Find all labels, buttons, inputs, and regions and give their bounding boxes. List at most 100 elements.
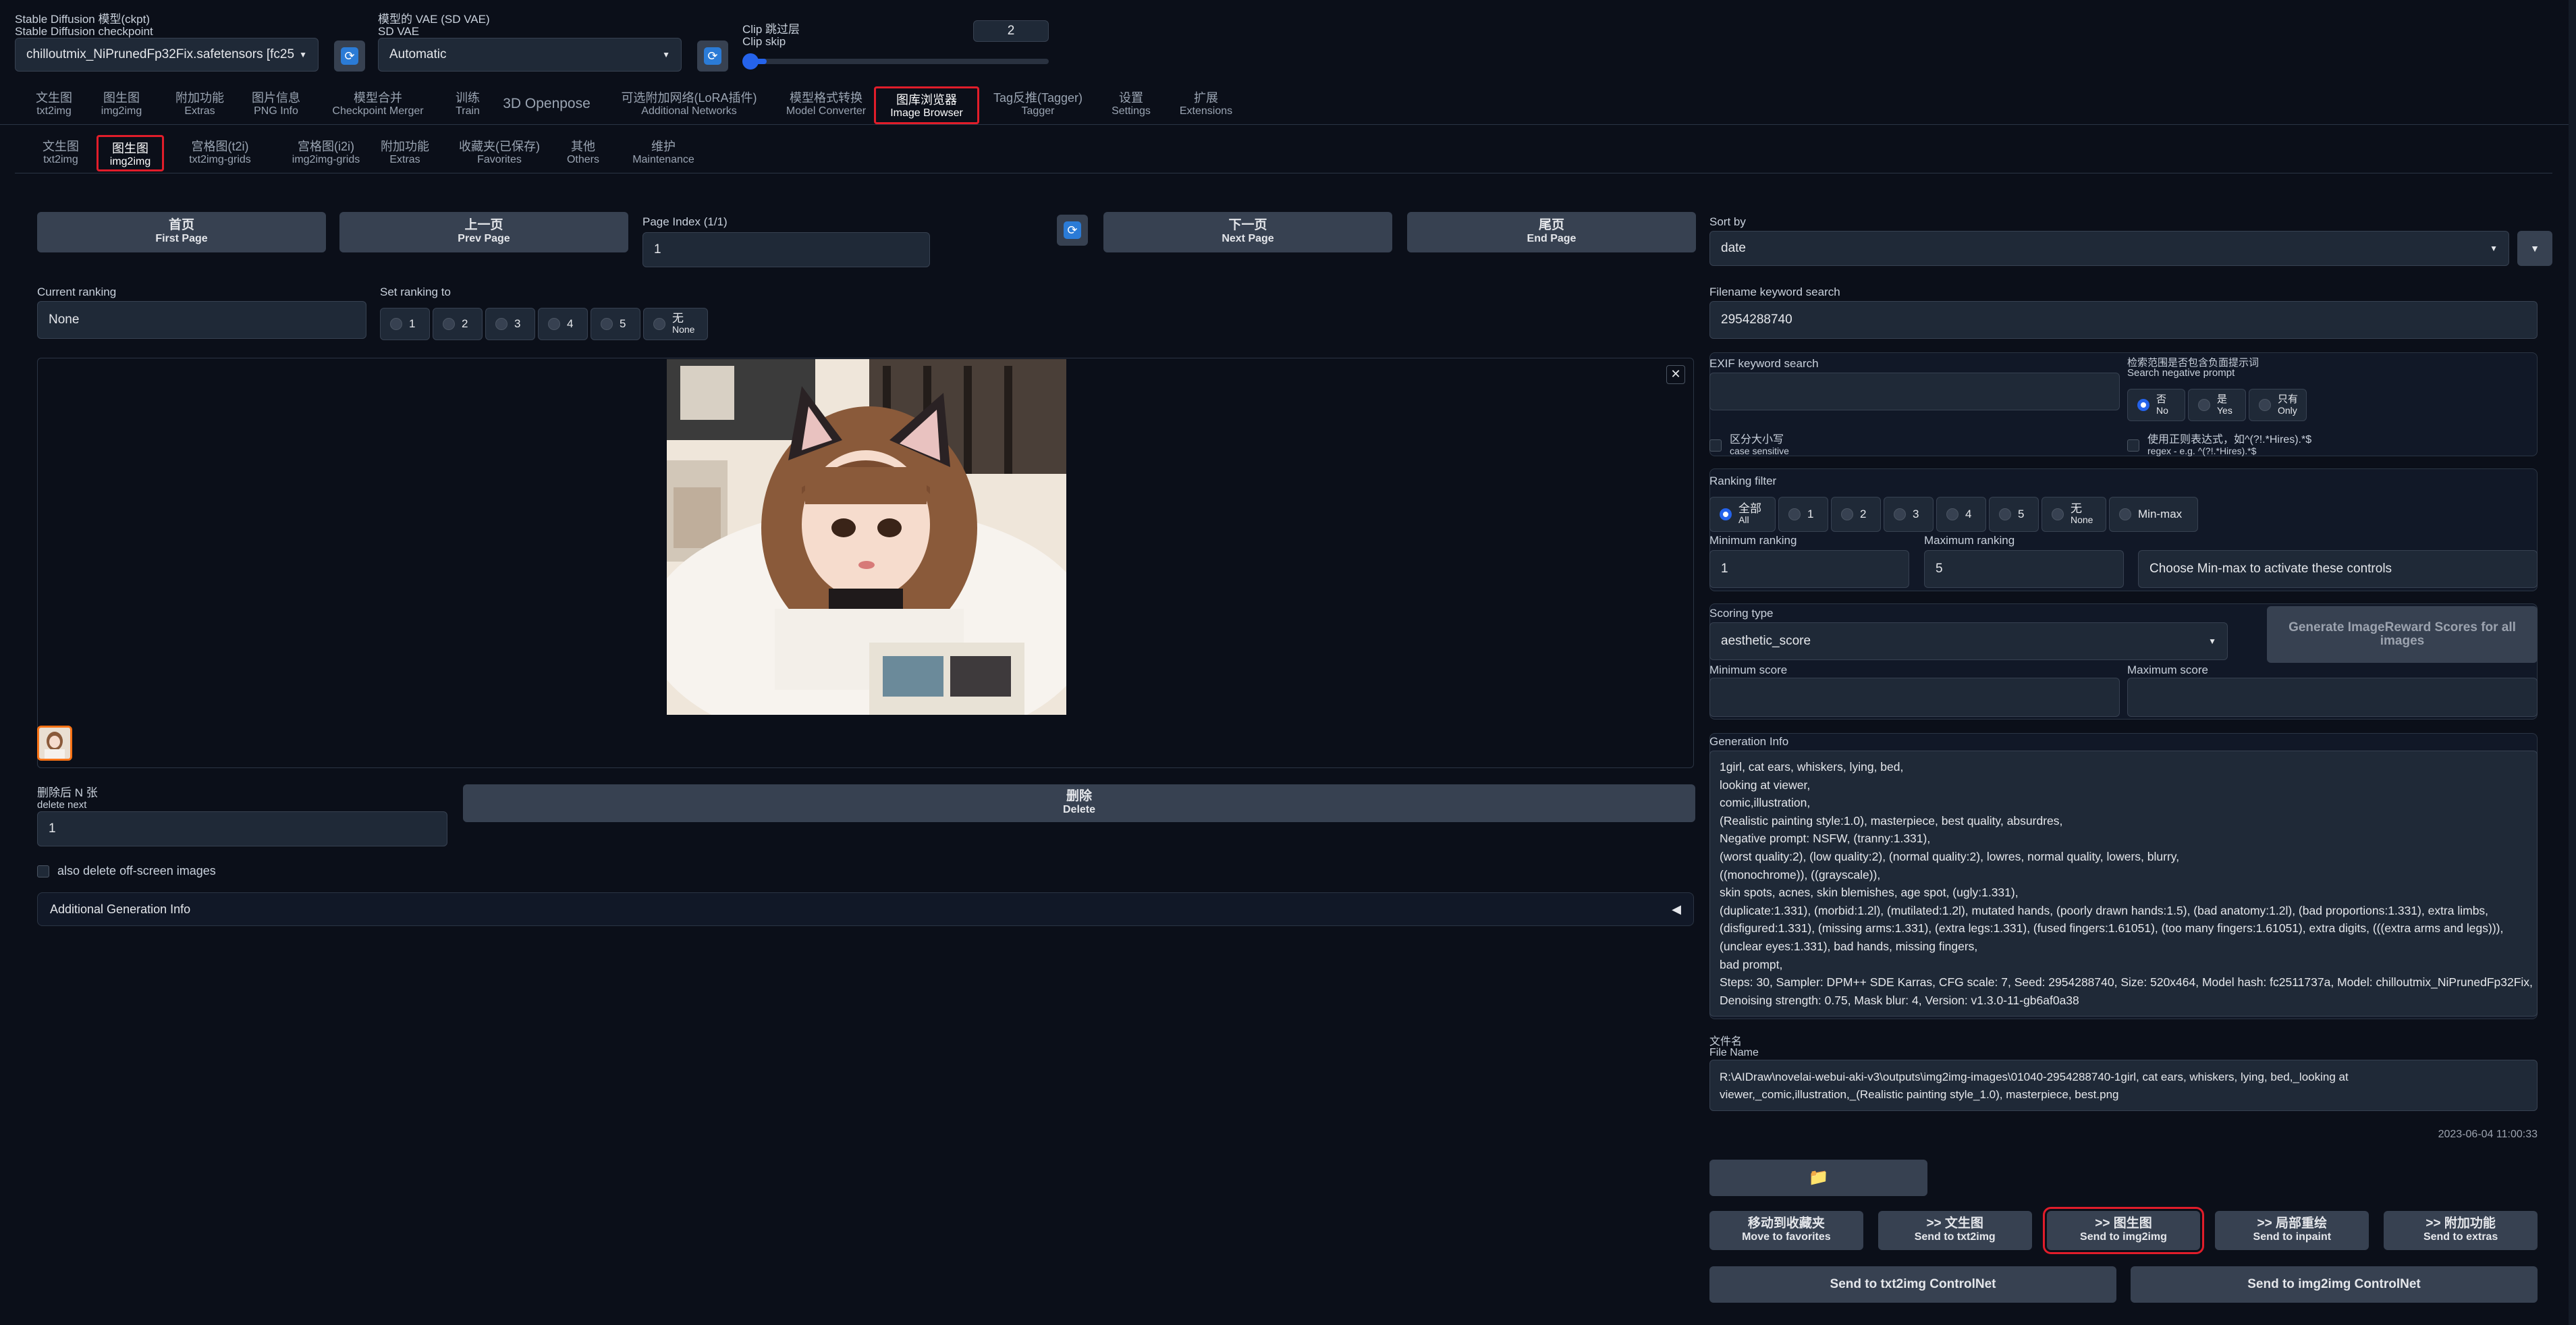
chevron-down-icon: ▼ bbox=[2490, 244, 2498, 253]
generation-info-line: ((monochrome)), ((grayscale)), bbox=[1720, 867, 1881, 882]
search-negative-option-1[interactable]: 是 Yes bbox=[2188, 389, 2246, 421]
send-to-txt2img-button[interactable]: >> 文生图 Send to txt2img bbox=[1878, 1211, 2032, 1250]
send-to-img2img-button[interactable]: >> 图生图 Send to img2img bbox=[2042, 1207, 2205, 1254]
sub-tab-label: 附加功能 bbox=[381, 140, 429, 153]
close-icon[interactable]: ✕ bbox=[1666, 365, 1685, 384]
main-tab-divider bbox=[0, 124, 2576, 125]
set-ranking-option-1[interactable]: 1 bbox=[380, 308, 430, 340]
vae-dropdown[interactable]: Automatic ▼ bbox=[378, 38, 682, 72]
prev-page-button[interactable]: 上一页 Prev Page bbox=[339, 212, 628, 252]
radio-dot bbox=[653, 318, 665, 330]
main-tab-8[interactable]: 模型格式转换 Model Converter bbox=[776, 92, 876, 117]
regex-row[interactable]: 使用正则表达式，如^(?!.*Hires).*$ regex - e.g. ^(?… bbox=[2127, 435, 2311, 456]
also-delete-checkbox-row[interactable]: also delete off-screen images bbox=[37, 864, 216, 878]
ranking-filter-option-minmax[interactable]: Min-max bbox=[2109, 497, 2198, 532]
set-ranking-option-none[interactable]: 无 None bbox=[643, 308, 708, 340]
ranking-filter-option-4[interactable]: 4 bbox=[1936, 497, 1986, 532]
radio-label: 2 bbox=[462, 317, 468, 330]
gallery-thumbnail[interactable] bbox=[37, 726, 72, 761]
sort-by-dropdown[interactable]: date ▼ bbox=[1709, 231, 2509, 266]
gallery-main-image[interactable] bbox=[667, 359, 1066, 715]
min-score-input[interactable] bbox=[1709, 678, 2120, 717]
main-tab-12[interactable]: 扩展 Extensions bbox=[1171, 92, 1241, 117]
sub-tab-2[interactable]: 宫格图(t2i) txt2img-grids bbox=[177, 140, 263, 166]
ranking-filter-option-3[interactable]: 3 bbox=[1884, 497, 1934, 532]
first-page-button[interactable]: 首页 First Page bbox=[37, 212, 326, 252]
sub-tab-0[interactable]: 文生图 txt2img bbox=[38, 140, 84, 166]
set-ranking-option-2[interactable]: 2 bbox=[433, 308, 483, 340]
send-txt2img-controlnet-button[interactable]: Send to txt2img ControlNet bbox=[1709, 1266, 2116, 1303]
ranking-filter-option-2[interactable]: 2 bbox=[1831, 497, 1881, 532]
file-name-textbox[interactable]: R:\AIDraw\novelai-webui-aki-v3\outputs\i… bbox=[1709, 1060, 2538, 1111]
send-button-label: >> 局部重绘 bbox=[2257, 1216, 2328, 1231]
also-delete-label: also delete off-screen images bbox=[57, 864, 216, 877]
main-tab-9[interactable]: 图库浏览器 Image Browser bbox=[874, 86, 979, 124]
main-tab-11[interactable]: 设置 Settings bbox=[1105, 92, 1157, 117]
open-folder-button[interactable]: 📁 bbox=[1709, 1160, 1927, 1196]
clip-skip-slider-handle[interactable] bbox=[742, 53, 759, 70]
main-tab-6[interactable]: 3D Openpose bbox=[503, 92, 591, 111]
generation-info-line: Negative prompt: NSFW, (tranny:1.331), bbox=[1720, 832, 1931, 846]
case-sensitive-row[interactable]: 区分大小写 case sensitive bbox=[1709, 435, 1789, 456]
radio-dot bbox=[1999, 508, 2011, 520]
sub-tab-1[interactable]: 图生图 img2img bbox=[97, 135, 164, 171]
page-scrollbar[interactable] bbox=[2569, 0, 2576, 1325]
ranking-filter-option-none[interactable]: 无 None bbox=[2041, 497, 2106, 532]
ranking-filter-option-all[interactable]: 全部 All bbox=[1709, 497, 1776, 532]
sub-tab-3[interactable]: 宫格图(i2i) img2img-grids bbox=[275, 140, 377, 166]
sub-tab-5[interactable]: 收藏夹(已保存) Favorites bbox=[454, 140, 545, 166]
generate-imagereward-button[interactable]: Generate ImageReward Scores for all imag… bbox=[2267, 606, 2538, 663]
checkpoint-dropdown[interactable]: chilloutmix_NiPrunedFp32Fix.safetensors … bbox=[15, 38, 319, 72]
scoring-type-dropdown[interactable]: aesthetic_score ▼ bbox=[1709, 622, 2228, 660]
next-page-button[interactable]: 下一页 Next Page bbox=[1103, 212, 1392, 252]
max-score-input[interactable] bbox=[2127, 678, 2538, 717]
main-tab-label: 可选附加网络(LoRA插件) bbox=[621, 91, 757, 105]
main-tab-sublabel: Extras bbox=[184, 105, 215, 117]
sub-tab-sublabel: Others bbox=[566, 154, 599, 165]
generation-info-textbox[interactable]: 1girl, cat ears, whiskers, lying, bed, lo… bbox=[1709, 751, 2538, 1017]
sort-order-button[interactable]: ▼ bbox=[2517, 231, 2552, 266]
filename-search-input[interactable]: 2954288740 bbox=[1709, 301, 2538, 339]
send-to-extras-button[interactable]: >> 附加功能 Send to extras bbox=[2384, 1211, 2538, 1250]
refresh-vae-button[interactable]: ⟳ bbox=[697, 40, 728, 72]
radio-label: 3 bbox=[514, 317, 521, 330]
ranking-filter-option-1[interactable]: 1 bbox=[1778, 497, 1828, 532]
clip-skip-number[interactable]: 2 bbox=[973, 20, 1049, 42]
sub-tab-7[interactable]: 维护 Maintenance bbox=[629, 140, 698, 166]
exif-search-input[interactable] bbox=[1709, 373, 2120, 410]
refresh-checkpoint-button[interactable]: ⟳ bbox=[334, 40, 365, 72]
main-tab-3[interactable]: 图片信息 PNG Info bbox=[247, 92, 305, 117]
set-ranking-option-4[interactable]: 4 bbox=[538, 308, 588, 340]
set-ranking-option-3[interactable]: 3 bbox=[485, 308, 535, 340]
also-delete-checkbox[interactable] bbox=[37, 865, 49, 877]
clip-skip-slider[interactable] bbox=[742, 53, 1049, 70]
search-negative-option-2[interactable]: 只有 Only bbox=[2249, 389, 2307, 421]
additional-generation-info-accordion[interactable]: Additional Generation Info ◀ bbox=[37, 892, 1694, 926]
main-tab-0[interactable]: 文生图 txt2img bbox=[30, 92, 78, 117]
max-ranking-input[interactable]: 5 bbox=[1924, 550, 2124, 588]
delete-button[interactable]: 删除 Delete bbox=[463, 784, 1695, 822]
search-negative-option-0[interactable]: 否 No bbox=[2127, 389, 2185, 421]
main-tab-2[interactable]: 附加功能 Extras bbox=[171, 92, 229, 117]
page-index-input[interactable]: 1 bbox=[642, 232, 930, 267]
send-img2img-controlnet-button[interactable]: Send to img2img ControlNet bbox=[2131, 1266, 2538, 1303]
main-tab-10[interactable]: Tag反推(Tagger) Tagger bbox=[989, 92, 1087, 117]
move-to-favorites-button[interactable]: 移动到收藏夹 Move to favorites bbox=[1709, 1211, 1863, 1250]
refresh-page-button[interactable]: ⟳ bbox=[1057, 215, 1088, 246]
ranking-filter-option-5[interactable]: 5 bbox=[1989, 497, 2039, 532]
send-button-sublabel: Send to txt2img bbox=[1914, 1231, 1996, 1243]
sub-tab-6[interactable]: 其他 Others bbox=[564, 140, 602, 166]
main-tab-7[interactable]: 可选附加网络(LoRA插件) Additional Networks bbox=[613, 92, 765, 117]
sub-tab-4[interactable]: 附加功能 Extras bbox=[375, 140, 435, 166]
main-tab-5[interactable]: 训练 Train bbox=[445, 92, 490, 117]
send-to-inpaint-button[interactable]: >> 局部重绘 Send to inpaint bbox=[2215, 1211, 2369, 1250]
end-page-button[interactable]: 尾页 End Page bbox=[1407, 212, 1696, 252]
set-ranking-option-5[interactable]: 5 bbox=[591, 308, 640, 340]
delete-next-input[interactable]: 1 bbox=[37, 811, 447, 846]
min-ranking-input[interactable]: 1 bbox=[1709, 550, 1909, 588]
main-tab-1[interactable]: 图生图 img2img bbox=[96, 92, 147, 117]
main-tab-4[interactable]: 模型合并 Checkpoint Merger bbox=[324, 92, 432, 117]
case-sensitive-checkbox[interactable] bbox=[1709, 439, 1722, 452]
generation-info-text: 1girl, cat ears, whiskers, lying, bed, lo… bbox=[1720, 758, 2533, 1009]
regex-checkbox[interactable] bbox=[2127, 439, 2139, 452]
